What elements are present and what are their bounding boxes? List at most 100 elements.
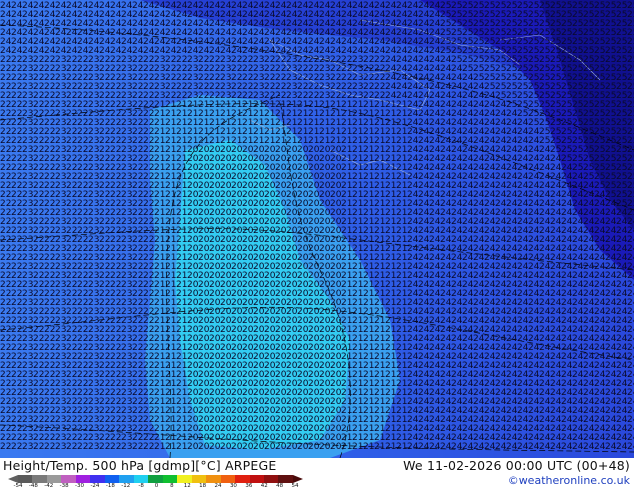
contour-label: 21	[374, 442, 385, 452]
contour-label: 22	[11, 442, 22, 452]
contour-label: 20	[275, 442, 287, 452]
contour-label: 23	[121, 442, 132, 452]
colorbar-tick-label: -38	[60, 483, 69, 489]
contour-label: 21	[363, 442, 374, 452]
contour-label: 20	[264, 442, 276, 452]
contour-label: 24	[627, 442, 634, 452]
colorbar-tick-label: -8	[138, 483, 143, 489]
contour-label: 22	[77, 442, 88, 452]
colorbar-tick-label: -18	[106, 483, 115, 489]
colorbar-segment	[278, 475, 293, 483]
contour-label: 21	[154, 442, 165, 452]
contour-label: 24	[605, 442, 617, 452]
contour-label: 21	[352, 442, 363, 452]
contour-label: 24	[429, 442, 441, 452]
colorbar-segment	[18, 475, 33, 483]
contour-label: 20	[209, 442, 221, 452]
colorbar-tick-label: 0	[155, 483, 159, 489]
colorbar-segment	[162, 475, 178, 483]
colorbar-segment	[263, 475, 279, 483]
contour-label: 24	[539, 442, 551, 452]
forecast-datetime: We 11-02-2026 00:00 UTC (00+48)	[403, 458, 630, 473]
colorbar-segment	[220, 475, 236, 483]
colorbar-min-arrow	[8, 475, 18, 483]
contour-label: 22	[99, 442, 110, 452]
contour-label: 21	[176, 442, 187, 452]
colorbar-tick-label: -42	[44, 483, 53, 489]
colorbar-tick-label: 36	[245, 483, 252, 489]
colorbar-segment	[75, 475, 91, 483]
colorbar-tick-label: 24	[215, 483, 222, 489]
colorbar-segment	[249, 475, 264, 483]
colorbar-tick-label: 18	[199, 483, 206, 489]
contour-label: 22	[110, 442, 121, 452]
contour-labels: 24 24 24 24 24 24 24 24 24 24 24 24 24 24 24 24 24 24 24 24…	[0, 1, 634, 452]
contour-label: 20	[253, 442, 265, 452]
contour-label: 24	[407, 442, 419, 452]
colorbar-segment	[104, 475, 120, 483]
contour-label: 24	[506, 442, 518, 452]
colorbar-tick-label: 30	[230, 483, 237, 489]
colorbar-tick-label: -48	[29, 483, 38, 489]
colorbar-segment	[46, 475, 62, 483]
contour-label: 24	[583, 442, 595, 452]
contour-label: 21	[396, 442, 407, 452]
colorbar-max-arrow	[293, 475, 303, 483]
contour-label: 20	[198, 442, 210, 452]
credit-link[interactable]: ©weatheronline.co.uk	[508, 474, 630, 487]
contour-label: 22	[143, 442, 154, 452]
contour-label: 24	[418, 442, 430, 452]
colorbar-tick-label: 42	[261, 483, 268, 489]
colorbar-segment	[119, 475, 134, 483]
contour-label: 24	[473, 442, 485, 452]
contour-label: 24	[462, 442, 474, 452]
contour-label: 20	[319, 442, 331, 452]
colorbar-segment	[148, 475, 163, 483]
colorbar-segment	[32, 475, 47, 483]
weather-map: 24 24 24 24 24 24 24 24 24 24 24 24 24 24 24 24 24 24 24 24…	[0, 0, 634, 458]
contour-label: 24	[484, 442, 496, 452]
colorbar-segment	[61, 475, 76, 483]
colorbar-tick-label: 12	[184, 483, 191, 489]
contour-label: 24	[440, 442, 452, 452]
contour-label: 22	[132, 442, 143, 452]
contour-label: 20	[231, 442, 243, 452]
contour-label: 24	[561, 442, 573, 452]
contour-label: 22	[66, 442, 77, 452]
contour-label: 24	[550, 442, 562, 452]
contour-label: 22	[33, 442, 44, 452]
contour-label: 24	[528, 442, 540, 452]
colorbar-segment	[90, 475, 105, 483]
contour-label: 20	[308, 442, 320, 452]
contour-label: 20	[286, 442, 298, 452]
colorbar-segment	[206, 475, 221, 483]
contour-label: 20	[187, 442, 199, 452]
contour-label: 23	[55, 442, 66, 452]
colorbar-tick-label: -30	[75, 483, 84, 489]
colorbar-tick-label: -54	[14, 483, 23, 489]
map-canvas: 24 24 24 24 24 24 24 24 24 24 24 24 24 24 24 24 24 24 24 24…	[0, 0, 634, 458]
contour-label: 24	[594, 442, 606, 452]
colorbar-segment	[235, 475, 250, 483]
contour-label: 20	[220, 442, 232, 452]
colorbar-tick-label: 48	[276, 483, 283, 489]
colorbar-segment	[191, 475, 207, 483]
contour-label: 24	[495, 442, 507, 452]
contour-label: 24	[517, 442, 529, 452]
colorbar-segment	[133, 475, 149, 483]
colorbar-tick-label: 8	[170, 483, 174, 489]
contour-label: 21	[385, 442, 396, 452]
map-footer: Height/Temp. 500 hPa [gdmp][°C] ARPEGE W…	[0, 458, 634, 490]
colorbar-tick-label: 54	[292, 483, 299, 489]
contour-label: 24	[616, 442, 628, 452]
colorbar-tick-label: -24	[90, 483, 99, 489]
contour-label: 21	[341, 442, 352, 452]
contour-label: 23	[88, 442, 99, 452]
contour-label: 24	[451, 442, 463, 452]
temperature-colorbar	[8, 475, 303, 483]
contour-label: 22	[0, 442, 11, 452]
colorbar-segment	[177, 475, 192, 483]
contour-label: 24	[572, 442, 584, 452]
contour-label: 23	[22, 442, 33, 452]
map-title: Height/Temp. 500 hPa [gdmp][°C] ARPEGE	[3, 458, 276, 473]
